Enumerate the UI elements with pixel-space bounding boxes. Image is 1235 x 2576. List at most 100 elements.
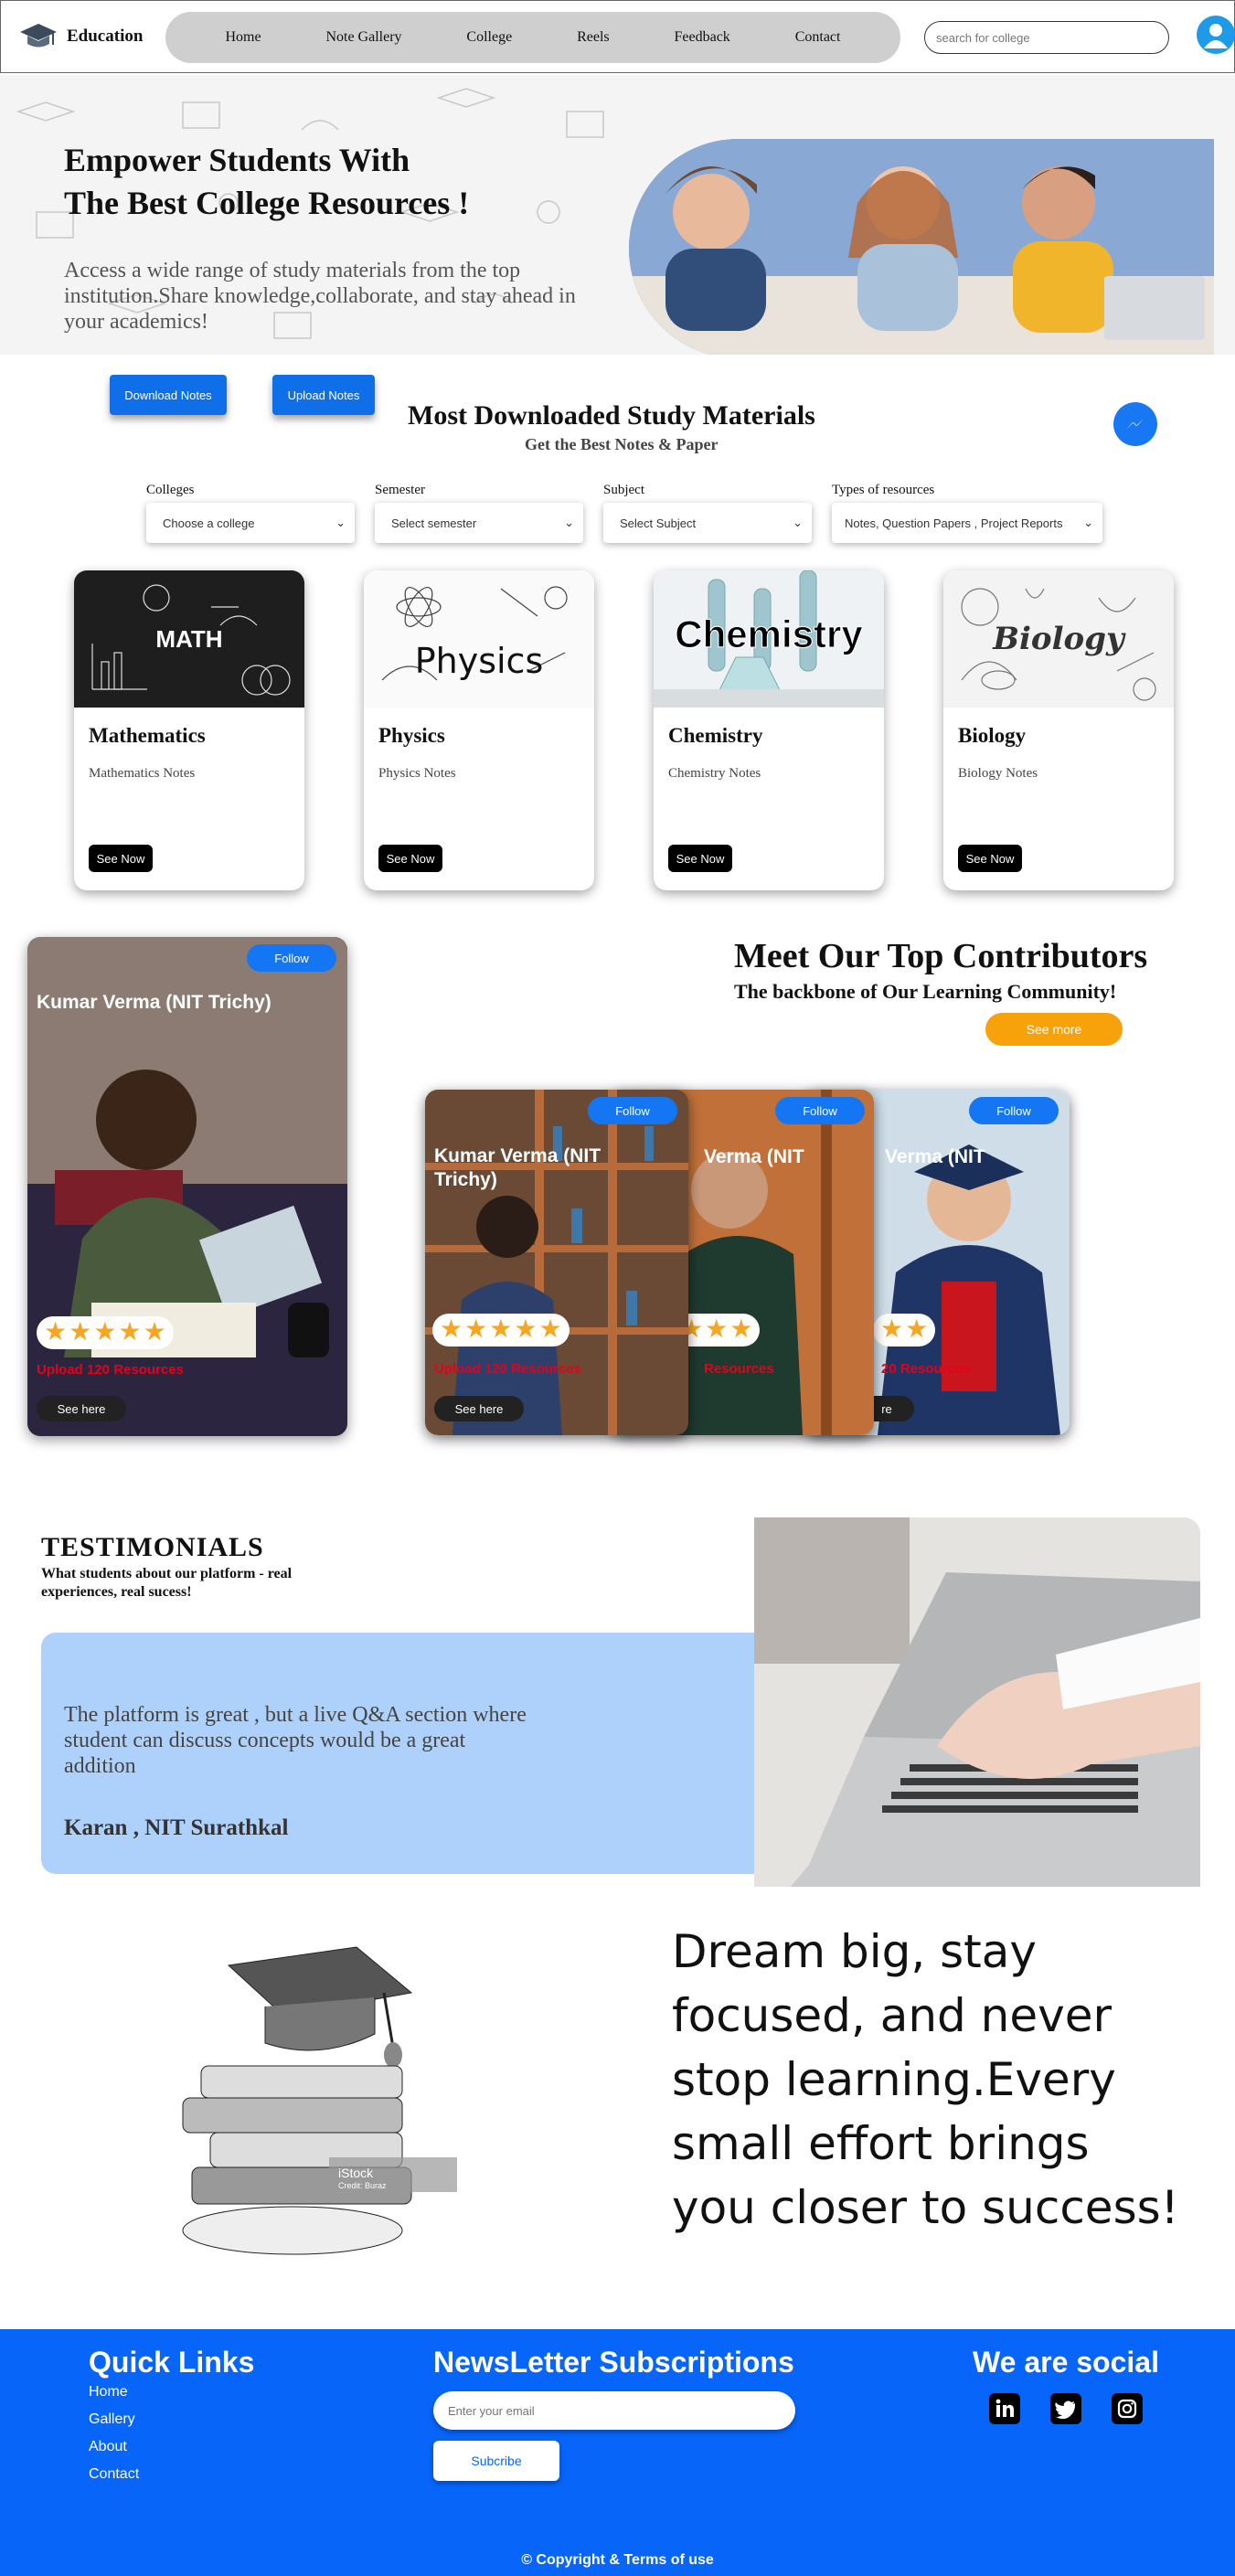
star-icon: ★	[729, 1315, 753, 1344]
footer-link-contact[interactable]: Contact	[89, 2466, 139, 2483]
filter-resource-type: Types of resources Notes, Question Paper…	[832, 483, 1102, 543]
star-icon: ★	[143, 1318, 166, 1347]
star-icon: ★	[905, 1315, 929, 1344]
twitter-icon[interactable]	[1050, 2393, 1081, 2424]
hero-section: Empower Students With The Best College R…	[0, 75, 1235, 355]
filter-subject-label: Subject	[603, 483, 644, 497]
user-avatar-icon[interactable]	[1197, 16, 1235, 54]
linkedin-icon[interactable]	[989, 2393, 1020, 2424]
physics-cover-text: Physics	[415, 641, 544, 681]
star-icon: ★	[440, 1315, 463, 1344]
brand[interactable]: Education	[19, 21, 143, 52]
upload-count: Resources	[704, 1361, 774, 1377]
upload-notes-button[interactable]: Upload Notes	[272, 375, 375, 415]
footer-link-gallery[interactable]: Gallery	[89, 2411, 135, 2428]
motivational-quote: Dream big, stay focused, and never stop …	[672, 1925, 1179, 2234]
star-icon: ★	[705, 1315, 729, 1344]
quick-links-title: Quick Links	[89, 2346, 255, 2379]
subject-select[interactable]: Select Subject ⌄	[603, 503, 812, 543]
star-icon: ★	[514, 1315, 538, 1344]
card-description: Biology Notes	[958, 766, 1038, 781]
upload-count: Upload 120 Resources	[37, 1362, 184, 1378]
resource-type-select[interactable]: Notes, Question Papers , Project Reports…	[832, 503, 1102, 543]
rating-stars: ★ ★ ★ ★ ★	[432, 1314, 570, 1347]
contributors-title: Meet Our Top Contributors	[734, 937, 1148, 975]
stock-watermark: iStock	[338, 2166, 374, 2180]
chevron-down-icon: ⌄	[564, 516, 574, 529]
newsletter-email-input[interactable]	[433, 2391, 795, 2430]
star-icon: ★	[464, 1315, 488, 1344]
contributor-name: Verma (NIT	[885, 1146, 985, 1167]
nav-contact[interactable]: Contact	[795, 29, 841, 46]
testimonial-author: Karan , NIT Surathkal	[64, 1815, 289, 1840]
contributor-name: Kumar Verma (NIT Trichy)	[434, 1145, 602, 1190]
site-footer: Quick Links Home Gallery About Contact N…	[0, 2329, 1235, 2576]
contributor-name: Verma (NIT	[704, 1146, 804, 1167]
follow-button[interactable]: Follow	[247, 944, 336, 972]
card-title: Chemistry	[668, 724, 763, 747]
see-here-button[interactable]: See here	[37, 1396, 126, 1421]
college-select[interactable]: Choose a college ⌄	[146, 503, 355, 543]
card-description: Physics Notes	[378, 766, 456, 781]
subject-card-mathematics[interactable]: MATH Mathematics Mathematics Notes See N…	[74, 570, 304, 890]
see-now-button[interactable]: See Now	[668, 845, 732, 872]
rating-stars: ★ ★ ★ ★ ★	[37, 1316, 174, 1349]
math-cover-image: MATH	[74, 570, 304, 708]
subscribe-button[interactable]: Subcribe	[433, 2441, 559, 2481]
testimonial-quote: The platform is great , but a live Q&A s…	[64, 1703, 527, 1778]
filter-semester: Semester Select semester ⌄	[375, 483, 583, 543]
graduation-books-illustration: iStock Credit: Buraz	[119, 1929, 503, 2304]
physics-cover-image: Physics	[364, 570, 594, 708]
hero-title-line-1: Empower Students With	[64, 142, 410, 178]
subject-card-biology[interactable]: Biology Biology Biology Notes See Now	[943, 570, 1174, 890]
biology-cover-text: Biology	[992, 621, 1126, 657]
filter-subject: Subject Select Subject ⌄	[603, 483, 812, 543]
laptop-typing-photo	[754, 1517, 1200, 1887]
subject-card-chemistry[interactable]: Chemistry Chemistry Chemistry Notes See …	[654, 570, 884, 890]
filter-college: Colleges Choose a college ⌄	[146, 483, 355, 543]
math-cover-text: MATH	[155, 625, 222, 653]
nav-home[interactable]: Home	[225, 29, 261, 46]
footer-link-home[interactable]: Home	[89, 2384, 128, 2400]
follow-button[interactable]: Follow	[775, 1097, 865, 1124]
semester-select[interactable]: Select semester ⌄	[375, 503, 583, 543]
card-title: Mathematics	[89, 724, 206, 747]
see-here-button[interactable]: See here	[434, 1396, 524, 1421]
brand-name: Education	[67, 27, 144, 46]
star-icon: ★	[538, 1315, 562, 1344]
hero-title-line-2: The Best College Resources !	[64, 185, 470, 221]
footer-link-about[interactable]: About	[89, 2439, 127, 2455]
contributor-card-1: Follow Kumar Verma (NIT Trichy) ★ ★ ★ ★ ★ Up…	[425, 1090, 688, 1435]
chevron-down-icon: ⌄	[335, 516, 346, 529]
see-now-button[interactable]: See Now	[958, 845, 1022, 872]
download-notes-button[interactable]: Download Notes	[110, 375, 227, 415]
search-input[interactable]	[924, 21, 1169, 54]
hero-title: Empower Students With The Best College R…	[64, 139, 612, 225]
college-select-value: Choose a college	[163, 516, 255, 530]
star-icon: ★	[489, 1315, 513, 1344]
star-icon: ★	[93, 1318, 117, 1347]
nav-feedback[interactable]: Feedback	[675, 29, 730, 46]
nav-college[interactable]: College	[466, 29, 512, 46]
chevron-down-icon: ⌄	[793, 516, 803, 529]
follow-button[interactable]: Follow	[969, 1097, 1059, 1124]
nav-reels[interactable]: Reels	[577, 29, 610, 46]
subject-card-physics[interactable]: Physics Physics Physics Notes See Now	[364, 570, 594, 890]
filter-college-label: Colleges	[146, 483, 195, 497]
contributor-name: Kumar Verma (NIT Trichy)	[37, 992, 271, 1013]
follow-button[interactable]: Follow	[588, 1097, 677, 1124]
chemistry-cover-image: Chemistry	[654, 570, 884, 708]
instagram-icon[interactable]	[1112, 2393, 1143, 2424]
nav-note-gallery[interactable]: Note Gallery	[325, 29, 401, 46]
see-now-button[interactable]: See Now	[89, 845, 153, 872]
semester-select-value: Select semester	[391, 516, 477, 530]
see-more-button[interactable]: See more	[985, 1013, 1123, 1046]
contributor-photo	[425, 1090, 688, 1435]
filter-semester-label: Semester	[375, 483, 425, 497]
main-menu: Home Note Gallery College Reels Feedback…	[165, 12, 900, 63]
testimonials-title: TESTIMONIALS	[41, 1532, 264, 1562]
rating-stars: ★ ★	[873, 1314, 936, 1347]
see-now-button[interactable]: See Now	[378, 845, 442, 872]
hero-subtitle: Access a wide range of study materials f…	[64, 259, 576, 334]
messenger-icon[interactable]	[1113, 402, 1157, 446]
